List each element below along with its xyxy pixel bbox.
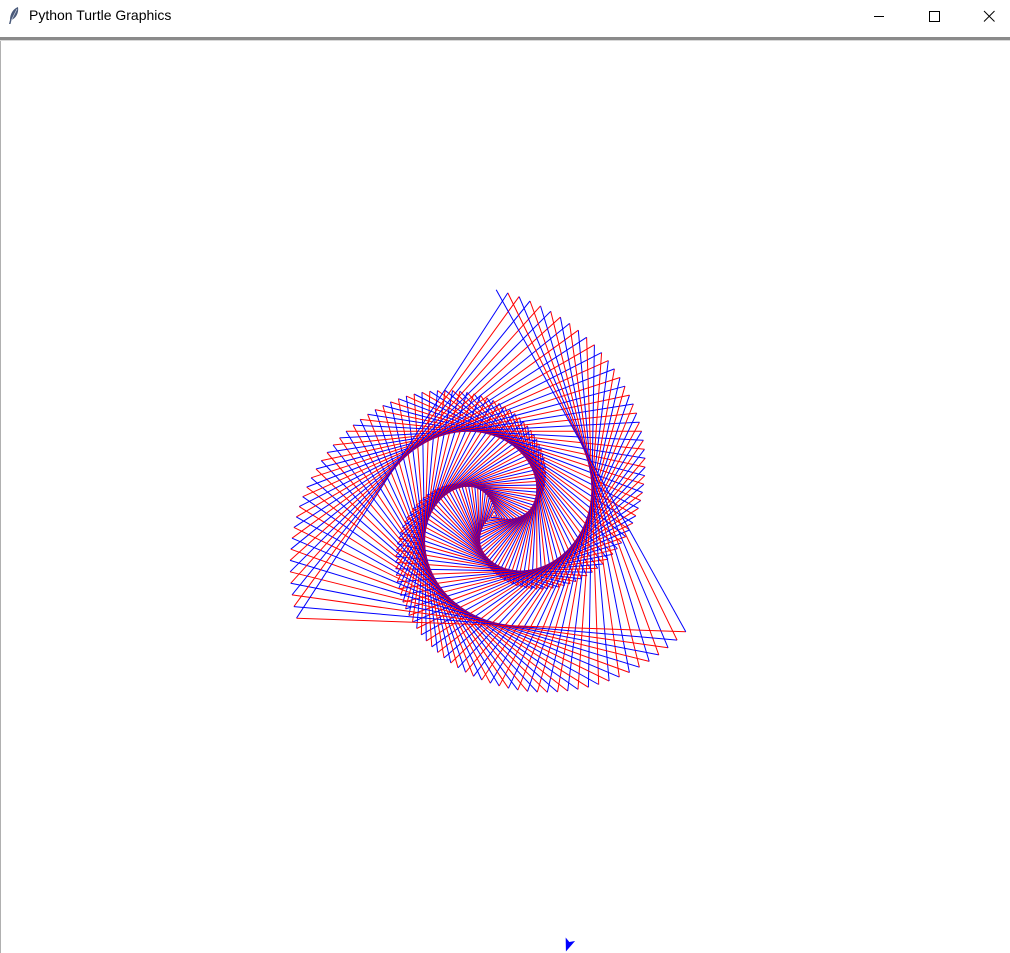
pen-stroke xyxy=(291,300,531,596)
minimize-button[interactable] xyxy=(856,0,902,31)
maximize-icon xyxy=(929,10,940,22)
window-title: Python Turtle Graphics xyxy=(29,7,172,23)
pen-stroke xyxy=(333,412,637,446)
title-bar[interactable]: Python Turtle Graphics xyxy=(0,0,1010,31)
pen-stroke xyxy=(367,414,474,677)
pen-stroke xyxy=(550,311,640,668)
spiral-pattern xyxy=(289,289,687,693)
feather-icon xyxy=(9,7,19,24)
pen-stroke xyxy=(540,305,650,662)
close-button[interactable] xyxy=(966,0,1010,31)
turtle-window: Python Turtle Graphics xyxy=(0,0,1010,953)
maximize-button[interactable] xyxy=(911,0,957,31)
drawing-canvas-area[interactable] xyxy=(0,41,1010,953)
turtle-drawing[interactable] xyxy=(1,41,1010,953)
minimize-icon xyxy=(874,15,884,17)
arrow-cursor-icon xyxy=(565,937,576,952)
close-icon xyxy=(983,10,995,22)
pen-stroke xyxy=(490,516,500,519)
